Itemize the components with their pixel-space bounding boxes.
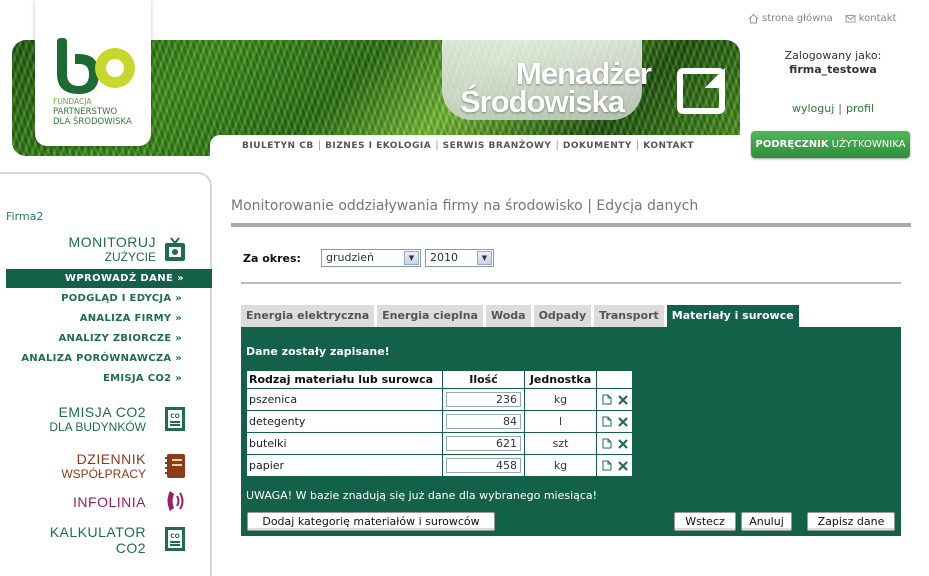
delete-icon[interactable] [617, 438, 628, 449]
contact-link[interactable]: kontakt [845, 13, 897, 24]
existing-data-warning: UWAGA! W bazie znadują się już dane dla … [246, 489, 598, 502]
nav-dokumenty[interactable]: DOKUMENTY [563, 141, 632, 151]
table-row: papier 458 kg [246, 454, 633, 477]
table-row: pszenica 236 kg [246, 388, 633, 411]
brand-logo-icon [677, 68, 725, 114]
back-button[interactable]: Wstecz [674, 512, 736, 531]
unit-value: kg [524, 454, 597, 477]
period-divider [241, 282, 901, 284]
svg-text:CO: CO [170, 413, 180, 420]
delete-icon[interactable] [617, 416, 628, 427]
nav-biznes-ekologia[interactable]: BIZNES I EKOLOGIA [325, 141, 431, 151]
nav-biuletyn[interactable]: BIULETYN CB [242, 141, 314, 151]
material-name: detegenty [246, 410, 443, 433]
table-row: detegenty 84 l [246, 410, 633, 433]
nav-kontakt[interactable]: KONTAKT [643, 141, 694, 151]
column-header-material: Rodzaj materiału lub surowca [246, 370, 443, 389]
period-selector: Za okres: grudzień ▼ 2010 ▼ [243, 249, 494, 267]
nav-serwis-branzowy[interactable]: SERWIS BRANŻOWY [443, 141, 552, 151]
firm-name: Firma2 [6, 210, 44, 223]
materials-panel: Dane zostały zapisane! Rodzaj materiału … [241, 327, 901, 536]
unit-value: szt [524, 432, 597, 455]
sidebar-item-analiza-porownawcza[interactable]: ANALIZA PORÓWNAWCZA » [21, 353, 182, 364]
quantity-input[interactable]: 84 [446, 414, 521, 429]
material-name: papier [246, 454, 443, 477]
edit-document-icon[interactable] [602, 460, 612, 471]
delete-icon[interactable] [617, 460, 628, 471]
home-link-label: strona główna [762, 13, 833, 24]
quantity-input[interactable]: 236 [446, 392, 521, 407]
login-label: Zalogowany jako: [784, 49, 882, 62]
tv-monitor-icon [165, 237, 185, 261]
month-select[interactable]: grudzień ▼ [321, 249, 421, 267]
section-monitoruj[interactable]: MONITORUJ ZUŻYCIE [69, 234, 156, 264]
svg-text:CO: CO [170, 533, 180, 540]
section-kalkulator[interactable]: KALKULATOR CO2 [50, 524, 146, 556]
period-label: Za okres: [243, 251, 301, 265]
save-button[interactable]: Zapisz dane [807, 512, 895, 531]
brand-title: Menadżer Środowiska [460, 56, 652, 119]
edit-document-icon[interactable] [602, 416, 612, 427]
material-name: pszenica [246, 388, 443, 411]
material-name: butelki [246, 432, 443, 455]
tab-odpady[interactable]: Odpady [533, 305, 592, 327]
unit-value: l [524, 410, 597, 433]
tab-materialy-surowce[interactable]: Materiały i surowce [666, 305, 799, 327]
quantity-input[interactable]: 621 [446, 436, 521, 451]
sidebar-item-analiza-firmy[interactable]: ANALIZA FIRMY » [80, 313, 182, 324]
quantity-input[interactable]: 458 [446, 458, 521, 473]
top-navigation: BIULETYN CB | BIZNES I EKOLOGIA | SERWIS B… [210, 135, 740, 156]
co2-calculator-icon: CO [165, 527, 185, 551]
column-header-actions [596, 370, 633, 389]
column-header-unit: Jednostka [524, 370, 597, 389]
co2-document-icon: CO [165, 407, 185, 431]
title-divider [231, 223, 911, 227]
notebook-icon [165, 454, 185, 478]
save-confirmation: Dane zostały zapisane! [246, 345, 390, 358]
chevron-down-icon: ▼ [477, 251, 492, 265]
tab-woda[interactable]: Woda [485, 305, 531, 327]
home-link[interactable]: strona główna [748, 13, 833, 24]
materials-table: Rodzaj materiału lub surowca Ilość Jedno… [246, 370, 633, 477]
table-header-row: Rodzaj materiału lub surowca Ilość Jedno… [246, 370, 633, 389]
table-row: butelki 621 szt [246, 432, 633, 455]
page-title: Monitorowanie oddziaływania firmy na śro… [231, 198, 699, 214]
sidebar-item-analizy-zbiorcze[interactable]: ANALIZY ZBIORCZE » [59, 333, 182, 344]
foundation-logo-icon [57, 38, 135, 94]
category-tabs: Energia elektryczna Energia cieplna Woda… [241, 305, 799, 327]
section-infolinia[interactable]: INFOLINIA [73, 494, 146, 510]
sidebar-item-wprowadz-dane[interactable]: WPROWADŹ DANE » [6, 269, 212, 288]
section-dziennik[interactable]: DZIENNIK WSPÓŁPRACY [61, 451, 146, 481]
contact-link-label: kontakt [858, 13, 897, 24]
sidebar-item-podglad-edycja[interactable]: PODGLĄD I EDYCJA » [61, 293, 182, 304]
tab-energia-cieplna[interactable]: Energia cieplna [377, 305, 483, 327]
add-category-button[interactable]: Dodaj kategorię materiałów i surowców [247, 512, 495, 531]
sidebar: Firma2 MONITORUJ ZUŻYCIE WPROWADŹ DANE »… [0, 172, 212, 576]
tab-energia-elektryczna[interactable]: Energia elektryczna [241, 305, 375, 327]
home-icon [748, 13, 759, 24]
profile-link[interactable]: profil [846, 102, 874, 115]
account-links: wyloguj | profil [791, 102, 874, 115]
logout-link[interactable]: wyloguj [792, 102, 834, 115]
unit-value: kg [524, 388, 597, 411]
tab-transport[interactable]: Transport [594, 305, 664, 327]
delete-icon[interactable] [617, 394, 628, 405]
cancel-button[interactable]: Anuluj [741, 512, 792, 531]
section-emisja-budynki[interactable]: EMISJA CO2 DLA BUDYNKÓW [49, 404, 146, 434]
year-select[interactable]: 2010 ▼ [425, 249, 494, 267]
sidebar-item-emisja-co2[interactable]: EMISJA CO2 » [103, 373, 182, 384]
user-manual-button[interactable]: PODRĘCZNIK UŻYTKOWNIKA [751, 131, 910, 158]
login-info: Zalogowany jako: firma_testowa [748, 49, 918, 76]
column-header-quantity: Ilość [442, 370, 525, 389]
utility-links: strona główna kontakt [748, 13, 896, 24]
chevron-down-icon: ▼ [404, 251, 419, 265]
login-username: firma_testowa [789, 63, 877, 76]
foundation-name: FUNDACJA PARTNERSTWO DLA ŚRODOWISKA [53, 97, 132, 127]
edit-document-icon[interactable] [602, 438, 612, 449]
foundation-logo[interactable]: FUNDACJA PARTNERSTWO DLA ŚRODOWISKA [35, 0, 151, 146]
phone-icon [167, 491, 184, 511]
edit-document-icon[interactable] [602, 394, 612, 405]
envelope-icon [845, 15, 856, 23]
